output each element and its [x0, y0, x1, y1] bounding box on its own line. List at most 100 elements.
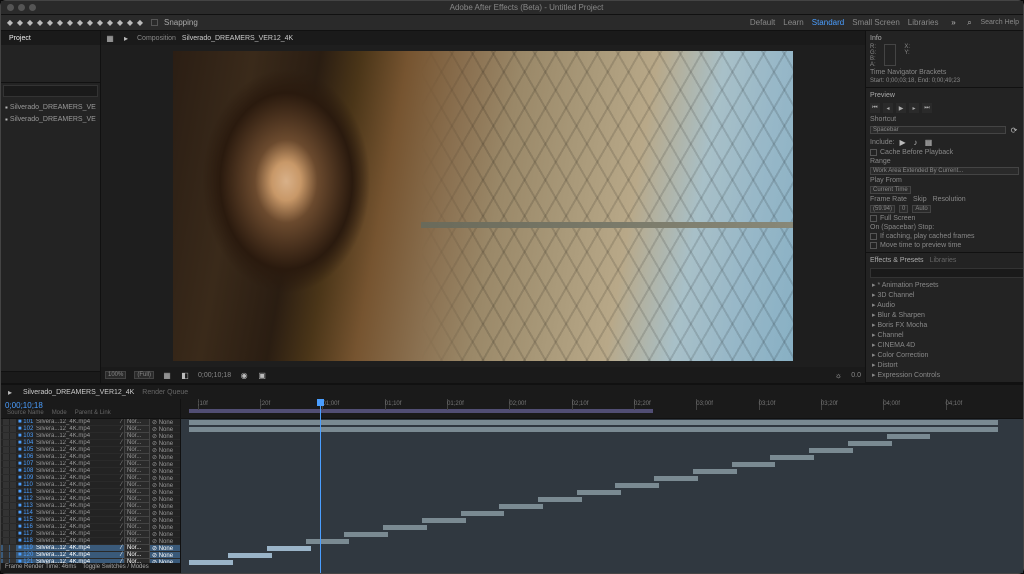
- snapshot-icon[interactable]: ◉: [239, 370, 249, 380]
- eye-icon[interactable]: [3, 468, 9, 474]
- eye-icon[interactable]: [3, 440, 9, 446]
- effects-category[interactable]: ▸ Channel: [870, 330, 1019, 340]
- workspace-learn[interactable]: Learn: [779, 18, 807, 27]
- effects-category[interactable]: ▸ Boris FX Mocha: [870, 320, 1019, 330]
- timeline-clip[interactable]: [267, 546, 311, 551]
- first-frame-button[interactable]: ⏮: [870, 103, 880, 113]
- range-dropdown[interactable]: Work Area Extended By Current...: [870, 167, 1019, 175]
- lock-icon[interactable]: [10, 468, 16, 474]
- orbit-icon[interactable]: ◆: [45, 18, 55, 28]
- parent-link[interactable]: ⊘ None: [152, 496, 178, 503]
- parent-link[interactable]: ⊘ None: [152, 447, 178, 454]
- home-icon[interactable]: ◆: [5, 18, 15, 28]
- timeline-clip[interactable]: [189, 427, 997, 432]
- effects-category[interactable]: ▸ Distort: [870, 360, 1019, 370]
- timeline-clip[interactable]: [499, 504, 543, 509]
- play-button[interactable]: ▶: [896, 103, 906, 113]
- resolution-dropdown[interactable]: (Full): [134, 371, 154, 379]
- effects-category[interactable]: ▸ Color Correction: [870, 350, 1019, 360]
- roto-icon[interactable]: ◆: [125, 18, 135, 28]
- lock-icon[interactable]: [10, 517, 16, 523]
- minimize-icon[interactable]: [18, 4, 25, 11]
- workspace-standard[interactable]: Standard: [808, 18, 848, 27]
- workspace-libraries[interactable]: Libraries: [904, 18, 943, 27]
- project-search-input[interactable]: [3, 85, 98, 97]
- parent-link[interactable]: ⊘ None: [152, 461, 178, 468]
- prev-resolution-dropdown[interactable]: Auto: [912, 205, 930, 213]
- lock-icon[interactable]: [10, 440, 16, 446]
- lock-icon[interactable]: [10, 538, 16, 544]
- lock-icon[interactable]: [10, 461, 16, 467]
- eraser-icon[interactable]: ◆: [115, 18, 125, 28]
- workspace-default[interactable]: Default: [746, 18, 779, 27]
- eye-icon[interactable]: [3, 433, 9, 439]
- effects-tab[interactable]: Effects & Presets: [870, 255, 924, 266]
- move-cti-checkbox[interactable]: [870, 242, 877, 249]
- col-mode[interactable]: Mode: [52, 410, 67, 416]
- timeline-clip[interactable]: [887, 434, 931, 439]
- composition-name[interactable]: Silverado_DREAMERS_VER12_4K: [182, 35, 293, 42]
- lock-icon[interactable]: [10, 454, 16, 460]
- project-tab[interactable]: Project: [5, 35, 35, 42]
- last-frame-button[interactable]: ⏭: [922, 103, 932, 113]
- timeline-clip[interactable]: [577, 490, 621, 495]
- overlay-icon[interactable]: ▦: [924, 137, 934, 147]
- timeline-timecode[interactable]: 0;00;10;18: [5, 401, 176, 410]
- eye-icon[interactable]: [3, 538, 9, 544]
- project-item[interactable]: ▪Silverado_DREAMERS_VER12_4K: [5, 101, 96, 113]
- toggle-switches[interactable]: Toggle Switches / Modes: [82, 564, 148, 572]
- lock-icon[interactable]: [10, 545, 16, 551]
- rotate-icon[interactable]: ◆: [55, 18, 65, 28]
- text-icon[interactable]: ◆: [85, 18, 95, 28]
- select-icon[interactable]: ◆: [15, 18, 25, 28]
- lock-icon[interactable]: [10, 489, 16, 495]
- effects-category[interactable]: ▸ * Animation Presets: [870, 280, 1019, 290]
- lock-icon[interactable]: [10, 419, 16, 425]
- eye-icon[interactable]: [3, 426, 9, 432]
- col-source[interactable]: Source Name: [7, 410, 44, 416]
- lock-icon[interactable]: [10, 524, 16, 530]
- timeline-clip[interactable]: [809, 448, 853, 453]
- parent-link[interactable]: ⊘ None: [152, 433, 178, 440]
- lock-icon[interactable]: [10, 426, 16, 432]
- fullscreen-checkbox[interactable]: [870, 215, 877, 222]
- viewer-timecode[interactable]: 0;00;10;18: [198, 372, 231, 379]
- lock-icon[interactable]: [10, 433, 16, 439]
- render-queue-tab[interactable]: Render Queue: [142, 389, 188, 396]
- workspace-menu-icon[interactable]: »: [948, 18, 958, 28]
- eye-icon[interactable]: [3, 531, 9, 537]
- mask-icon[interactable]: ◧: [180, 370, 190, 380]
- channel-icon[interactable]: ▣: [257, 370, 267, 380]
- work-area-bar[interactable]: [189, 409, 652, 413]
- timeline-clip[interactable]: [654, 476, 698, 481]
- playfrom-dropdown[interactable]: Current Time: [870, 186, 911, 194]
- timeline-clip[interactable]: [383, 525, 427, 530]
- lock-icon[interactable]: [10, 496, 16, 502]
- timeline-clip[interactable]: [422, 518, 466, 523]
- snapping-checkbox[interactable]: [151, 19, 158, 26]
- parent-link[interactable]: ⊘ None: [152, 475, 178, 482]
- timeline-clip[interactable]: [693, 469, 737, 474]
- timeline-clip[interactable]: [306, 539, 350, 544]
- eye-icon[interactable]: [3, 482, 9, 488]
- eye-icon[interactable]: [3, 524, 9, 530]
- timeline-clip[interactable]: [228, 553, 272, 558]
- timeline-clip[interactable]: [189, 420, 997, 425]
- timeline-clip[interactable]: [732, 462, 776, 467]
- effects-category[interactable]: ▸ 3D Channel: [870, 290, 1019, 300]
- zoom-dropdown[interactable]: 100%: [105, 371, 126, 379]
- parent-link[interactable]: ⊘ None: [152, 440, 178, 447]
- cache-play-checkbox[interactable]: [870, 233, 877, 240]
- effects-category[interactable]: ▸ CINEMA 4D: [870, 340, 1019, 350]
- eye-icon[interactable]: [3, 496, 9, 502]
- clone-icon[interactable]: ◆: [105, 18, 115, 28]
- lock-icon[interactable]: [10, 510, 16, 516]
- timeline-clip[interactable]: [189, 560, 233, 565]
- effects-search-input[interactable]: [870, 268, 1023, 278]
- parent-link[interactable]: ⊘ None: [152, 524, 178, 531]
- timeline-tab[interactable]: Silverado_DREAMERS_VER12_4K: [23, 389, 134, 396]
- timeline-clip[interactable]: [461, 511, 505, 516]
- framerate-dropdown[interactable]: (59.94): [870, 205, 895, 213]
- parent-link[interactable]: ⊘ None: [152, 538, 178, 545]
- timeline-clip[interactable]: [538, 497, 582, 502]
